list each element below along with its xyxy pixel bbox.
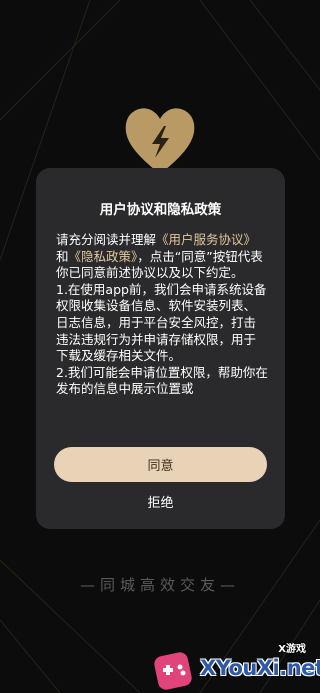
dialog-title: 用户协议和隐私政策 — [99, 202, 222, 218]
agreement-clause-2: 2.我们可能会申请位置权限，帮助你在发布的信息中展示位置或 — [56, 364, 268, 397]
reject-button[interactable]: 拒绝 — [116, 490, 205, 512]
scroll-fade — [56, 412, 268, 426]
user-agreement-link[interactable]: 《用户服务协议》 — [156, 232, 256, 247]
app-slogan: —同城高效交友— — [79, 576, 240, 594]
gamepad-icon — [154, 652, 192, 690]
site-watermark: X游戏 XYouXi.net — [150, 640, 320, 693]
privacy-policy-link[interactable]: 《隐私政策》 — [69, 249, 138, 264]
privacy-policy-dialog: 用户协议和隐私政策 请充分阅读并理解《用户服务协议》和《隐私政策》，点击“同意”… — [36, 168, 285, 529]
agreement-clause-1: 1.在使用app前，我们会申请系统设备权限收集设备信息、软件安装列表、日志信息，… — [56, 281, 267, 364]
heart-lightning-icon — [125, 108, 195, 174]
agreement-conjunction: 和 — [56, 248, 69, 264]
watermark-brand-text: XYouXi.net — [200, 656, 320, 680]
agreement-text: 请充分阅读并理解《用户服务协议》和《隐私政策》，点击“同意”按钮代表你已同意前述… — [56, 232, 268, 422]
agree-button[interactable]: 同意 — [54, 447, 267, 482]
watermark-small-text: X游戏 — [278, 644, 306, 655]
agreement-intro: 请充分阅读并理解 — [56, 232, 157, 247]
